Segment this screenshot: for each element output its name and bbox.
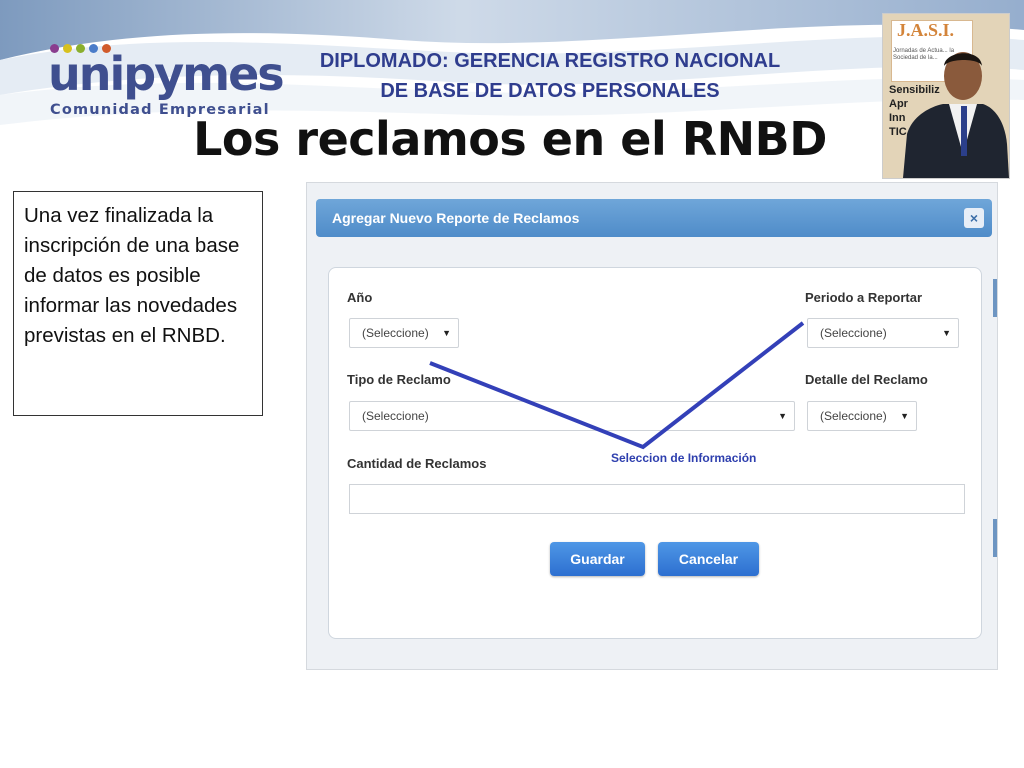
annotation-lines xyxy=(429,321,805,450)
logo-wordmark: unipymes xyxy=(48,47,285,101)
annotation-label: Seleccion de Información xyxy=(611,451,757,465)
speaker-figure xyxy=(903,52,1009,178)
callout-box: Una vez finalizada la inscripción de una… xyxy=(13,191,263,416)
speaker-photo: J.A.S.I. Jornadas de Actua... la Socieda… xyxy=(882,13,1010,179)
header-line-1: DIPLOMADO: GERENCIA REGISTRO NACIONAL xyxy=(319,50,781,72)
speaker-tie xyxy=(961,106,967,156)
form-screenshot: Agregar Nuevo Reporte de Reclamos × Año … xyxy=(306,182,998,670)
annotation-arrow xyxy=(429,321,805,450)
header-line-2: DE BASE DE DATOS PERSONALES xyxy=(380,80,720,102)
slide-title: Los reclamos en el RNBD xyxy=(193,112,827,166)
course-header: DIPLOMADO: GERENCIA REGISTRO NACIONAL DE… xyxy=(290,46,810,106)
